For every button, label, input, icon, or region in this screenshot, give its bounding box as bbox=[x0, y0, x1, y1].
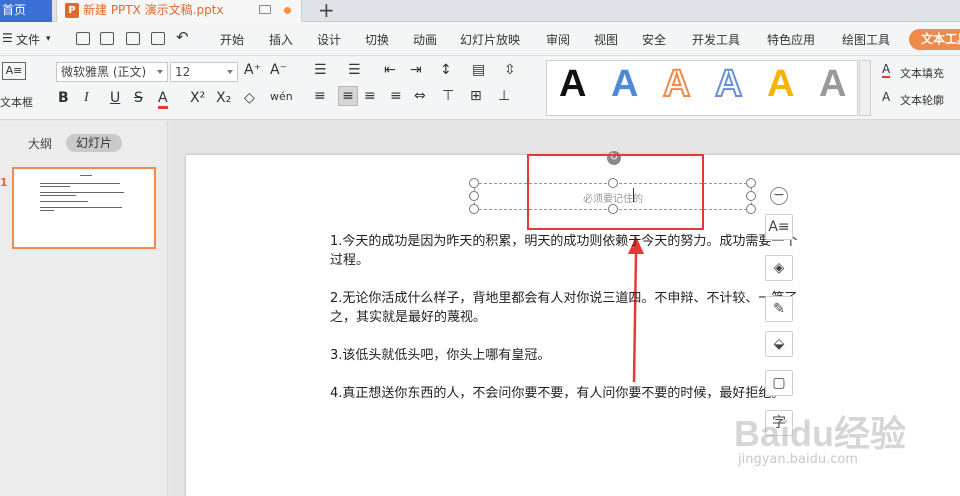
brush-icon[interactable]: ✎ bbox=[765, 296, 793, 322]
watermark-logo: Baidu经验 bbox=[734, 413, 907, 454]
paragraph-1: 1.今天的成功是因为昨天的积累，明天的成功则依赖于今天的努力。成功需要一个过程。 bbox=[330, 234, 798, 268]
paragraph-2: 2.无论你活成什么样子，背地里都会有人对你说三道四。不申辩、不计较、一笑了之，其… bbox=[330, 291, 798, 325]
body-textbox[interactable]: 1.今天的成功是因为昨天的积累，明天的成功则依赖于今天的努力。成功需要一个过程。… bbox=[330, 232, 808, 422]
fill-icon[interactable]: ⬙ bbox=[765, 331, 793, 357]
layers-icon[interactable]: ◈ bbox=[765, 255, 793, 281]
outline-icon[interactable]: ▢ bbox=[765, 370, 793, 396]
paragraph-3: 3.该低头就低头吧，你头上哪有皇冠。 bbox=[330, 348, 551, 363]
watermark-url: jingyan.baidu.com bbox=[738, 452, 858, 467]
text-format-icon[interactable]: A≡ bbox=[765, 214, 793, 240]
collapse-button[interactable]: − bbox=[770, 187, 788, 205]
paragraph-4: 4.真正想送你东西的人，不会问你要不要，有人问你要不要的时候，最好拒绝。 bbox=[330, 386, 785, 401]
